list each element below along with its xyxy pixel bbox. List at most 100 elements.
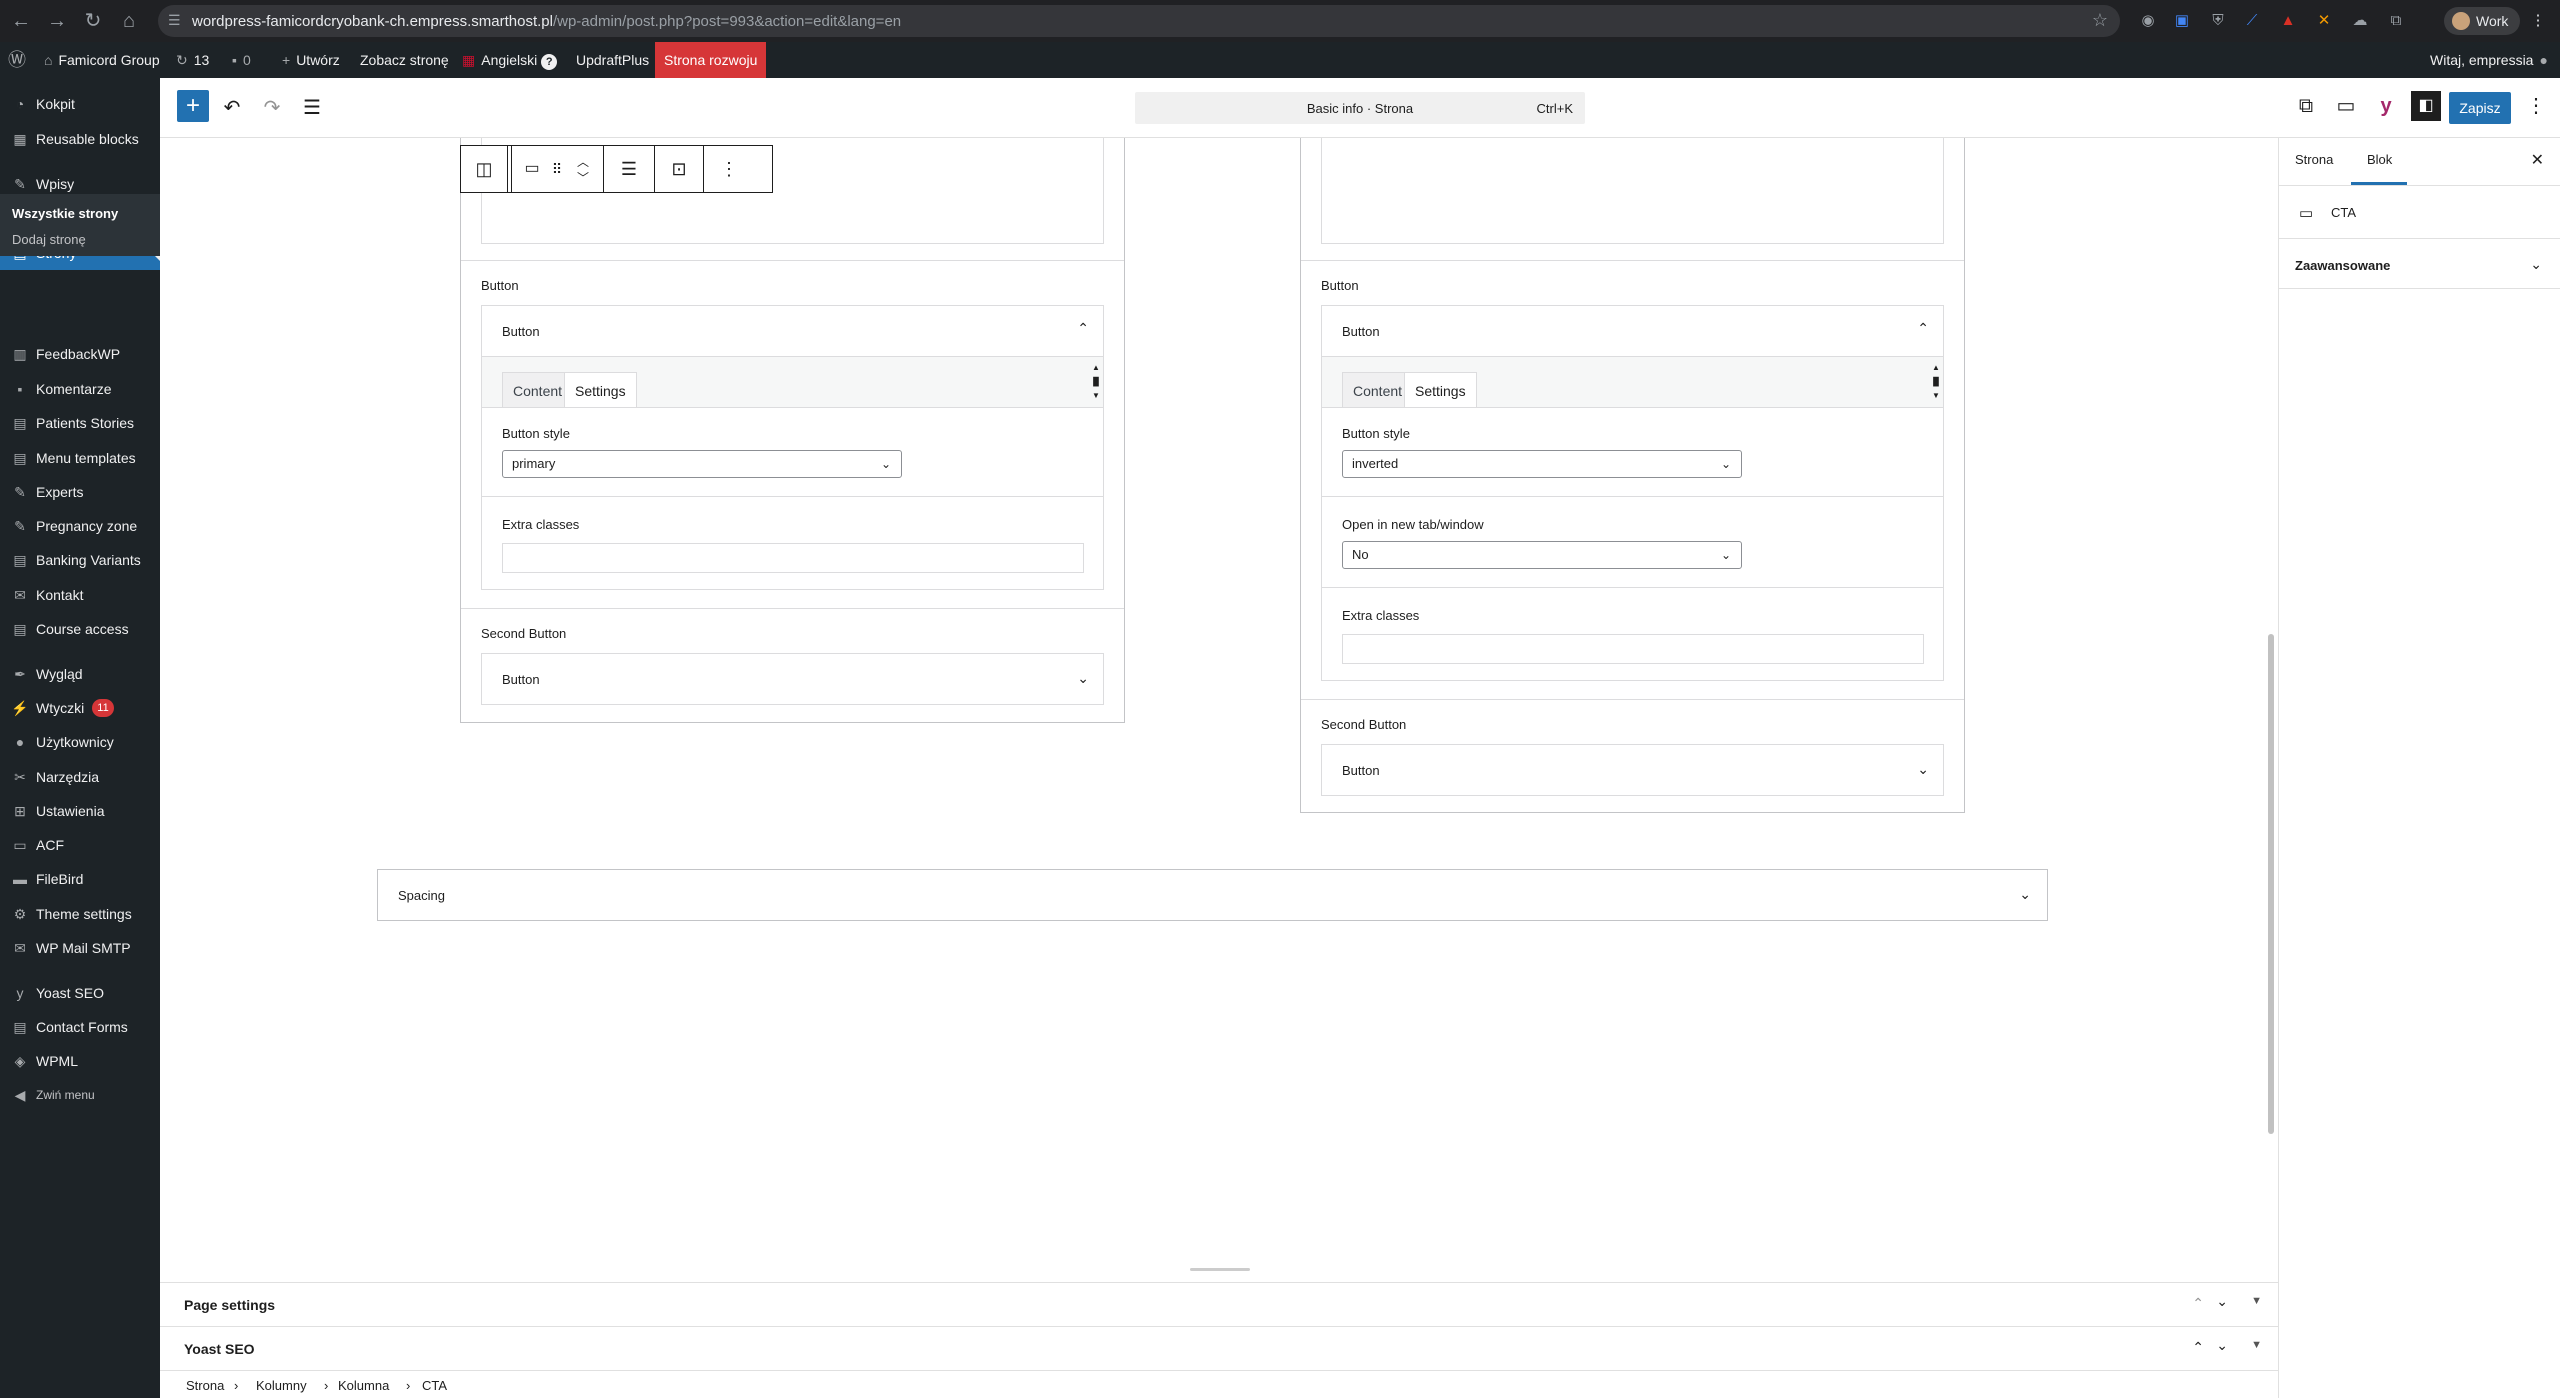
canvas-scrollbar[interactable] — [2268, 634, 2274, 1134]
second-button-panel[interactable]: Button ⌄ — [481, 653, 1104, 705]
sidebar-item-feedbackwp[interactable]: ▥ FeedbackWP — [0, 337, 160, 371]
sidebar-item-ustawienia[interactable]: ⊞ Ustawienia — [0, 794, 160, 828]
warning-icon[interactable]: ▲ — [2278, 11, 2298, 31]
updates-link[interactable]: ↻ 13 — [176, 42, 209, 78]
sidebar-item-wp-mail-smtp[interactable]: ✉ WP Mail SMTP — [0, 931, 160, 965]
close-icon[interactable]: ✕ — [2531, 150, 2544, 170]
second-button-panel[interactable]: Button ⌄ — [1321, 744, 1944, 796]
view-page-link[interactable]: Zobacz stronę — [360, 42, 449, 78]
preview-device-icon[interactable]: ▭ — [2328, 88, 2364, 124]
redo-icon[interactable]: ↷ — [254, 90, 290, 126]
menu-dots-icon[interactable]: ⋮ — [2528, 11, 2548, 31]
move-down-icon[interactable]: ⌄ — [2216, 1293, 2228, 1310]
sidebar-item-zwiń-menu[interactable]: ◀ Zwiń menu — [0, 1078, 160, 1112]
tab-page[interactable]: Strona — [2295, 152, 2333, 167]
document-overview-icon[interactable]: ☰ — [294, 90, 330, 126]
sidebar-item-banking-variants[interactable]: ▤ Banking Variants — [0, 543, 160, 577]
extensions-puzzle-icon[interactable]: ⧉ — [2386, 11, 2406, 31]
page-settings-panel[interactable]: Page settings ⌃ ⌄ ▼ — [160, 1282, 2278, 1326]
tab-settings[interactable]: Settings — [1404, 372, 1477, 408]
metabox-resize-handle[interactable] — [1190, 1268, 1250, 1271]
tab-settings[interactable]: Settings — [564, 372, 637, 408]
tab-block[interactable]: Blok — [2367, 152, 2392, 167]
account-greeting[interactable]: Witaj, empressia ● — [2430, 42, 2548, 78]
updraftplus-link[interactable]: UpdraftPlus — [576, 42, 649, 78]
options-menu-icon[interactable]: ⋮ — [2518, 88, 2554, 124]
block-inserter-button[interactable]: + — [177, 90, 209, 122]
sidebar-item-wpml[interactable]: ◈ WPML — [0, 1044, 160, 1078]
sidebar-item-kontakt[interactable]: ✉ Kontakt — [0, 578, 160, 612]
button-style-select[interactable]: inverted ⌄ — [1342, 450, 1742, 478]
move-up-down-icon[interactable]: ︿ ﹀ — [569, 146, 597, 192]
chevron-up-icon[interactable]: ⌃ — [1077, 320, 1089, 337]
new-content-link[interactable]: + Utwórz — [282, 42, 340, 78]
sidebar-item-kokpit[interactable]: ◔ Kokpit — [0, 87, 160, 121]
tab-content[interactable]: Content — [1342, 372, 1414, 408]
extension-translate-icon[interactable]: ▣ — [2172, 11, 2192, 31]
extra-classes-input[interactable] — [1342, 634, 1924, 664]
extension-pen-icon[interactable]: ⟋ — [2242, 11, 2262, 31]
spacing-panel[interactable]: Spacing ⌄ — [377, 869, 2048, 921]
back-icon[interactable]: ← — [8, 8, 34, 34]
block-type-icon[interactable]: ▭ — [517, 146, 547, 192]
command-palette-button[interactable]: Basic info · Strona Ctrl+K — [1135, 92, 1585, 124]
sidebar-item-użytkownicy[interactable]: ● Użytkownicy — [0, 725, 160, 759]
move-up-icon[interactable]: ⌃ — [2192, 1295, 2204, 1312]
drag-handle-icon[interactable]: ⠿ — [545, 146, 569, 192]
site-info-icon[interactable]: ☰ — [168, 12, 181, 29]
submenu-all-pages[interactable]: Wszystkie strony — [12, 206, 118, 221]
breadcrumb-item[interactable]: Kolumny — [256, 1378, 307, 1393]
sidebar-item-wygląd[interactable]: ✒ Wygląd — [0, 657, 160, 691]
profile-button[interactable]: Work — [2444, 7, 2521, 35]
shield-icon[interactable]: ⛨ — [2208, 11, 2228, 31]
parent-block-icon[interactable]: ◫ — [461, 146, 507, 192]
panel-title[interactable]: Button — [502, 324, 540, 339]
chevron-down-icon[interactable]: ⌄ — [1917, 761, 1929, 778]
undo-icon[interactable]: ↶ — [214, 90, 250, 126]
toggle-panel-icon[interactable]: ▼ — [2251, 1339, 2262, 1351]
bookmark-star-icon[interactable]: ☆ — [2092, 10, 2108, 31]
sidebar-item-reusable-blocks[interactable]: ▦ Reusable blocks — [0, 122, 160, 156]
chevron-up-icon[interactable]: ⌃ — [1917, 320, 1929, 337]
tab-content[interactable]: Content — [502, 372, 574, 408]
panel-scrollbar[interactable]: ▲ █ ▼ — [1929, 361, 1943, 403]
breadcrumb-item[interactable]: Strona — [186, 1378, 224, 1393]
extra-classes-input[interactable] — [502, 543, 1084, 573]
extension-tools-icon[interactable]: ✕ — [2314, 11, 2334, 31]
sidebar-item-yoast-seo[interactable]: y Yoast SEO — [0, 976, 160, 1010]
extension-cloud-icon[interactable]: ☁ — [2350, 11, 2370, 31]
sidebar-item-course-access[interactable]: ▤ Course access — [0, 612, 160, 646]
sidebar-item-pregnancy-zone[interactable]: ✎ Pregnancy zone — [0, 509, 160, 543]
breadcrumb-item[interactable]: Kolumna — [338, 1378, 389, 1393]
sidebar-item-contact-forms[interactable]: ▤ Contact Forms — [0, 1010, 160, 1044]
forward-icon[interactable]: → — [44, 8, 70, 34]
site-name-link[interactable]: ⌂ Famicord Group — [44, 42, 160, 78]
button-style-select[interactable]: primary ⌄ — [502, 450, 902, 478]
sidebar-item-komentarze[interactable]: ▪ Komentarze — [0, 372, 160, 406]
dev-environment-badge[interactable]: Strona rozwoju — [655, 42, 767, 78]
chevron-down-icon[interactable]: ⌄ — [2019, 886, 2031, 903]
sidebar-item-patients-stories[interactable]: ▤ Patients Stories — [0, 406, 160, 440]
preview-mode-icon[interactable]: ⊡ — [655, 146, 703, 192]
textarea-right[interactable] — [1321, 138, 1944, 244]
breadcrumb-item[interactable]: CTA — [422, 1378, 447, 1393]
sidebar-item-experts[interactable]: ✎ Experts — [0, 475, 160, 509]
incognito-icon[interactable]: ◉ — [2138, 11, 2158, 31]
sidebar-item-wtyczki[interactable]: ⚡ Wtyczki 11 — [0, 691, 160, 725]
view-page-icon[interactable]: ⧉ — [2288, 88, 2324, 124]
sidebar-item-filebird[interactable]: ▬ FileBird — [0, 862, 160, 896]
toggle-panel-icon[interactable]: ▼ — [2251, 1295, 2262, 1307]
save-button[interactable]: Zapisz — [2449, 92, 2511, 124]
move-up-icon[interactable]: ⌃ — [2192, 1339, 2204, 1356]
sidebar-item-acf[interactable]: ▭ ACF — [0, 828, 160, 862]
panel-title[interactable]: Button — [1342, 324, 1380, 339]
chevron-down-icon[interactable]: ⌄ — [1077, 670, 1089, 687]
home-icon[interactable]: ⌂ — [116, 8, 142, 34]
comments-link[interactable]: ▪ 0 — [232, 42, 251, 78]
new-tab-select[interactable]: No ⌄ — [1342, 541, 1742, 569]
sidebar-item-menu-templates[interactable]: ▤ Menu templates — [0, 441, 160, 475]
block-options-icon[interactable]: ⋮ — [705, 146, 753, 192]
chevron-down-icon[interactable]: ⌄ — [2530, 256, 2542, 273]
sidebar-item-theme-settings[interactable]: ⚙ Theme settings — [0, 897, 160, 931]
reload-icon[interactable]: ↻ — [80, 8, 106, 34]
